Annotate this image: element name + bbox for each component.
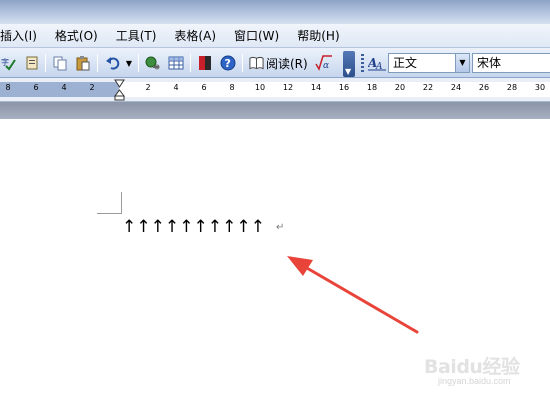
up-arrow-symbol: ↑ [222,217,237,237]
menu-insert[interactable]: 插入(I) [0,26,46,46]
toolbar-grip[interactable] [361,54,364,72]
up-arrow-symbol: ↑ [250,217,265,237]
ruler-label: 6 [33,83,39,92]
style-combobox[interactable]: 正文 ▼ [388,53,470,73]
up-arrow-symbol: ↑ [193,217,208,237]
ruler-label: 10 [254,83,266,92]
indent-marker-icon[interactable] [114,79,125,101]
watermark-logo: Baidu经验 [424,356,520,378]
document-map-icon[interactable] [195,53,215,73]
font-value: 宋体 [477,56,502,70]
open-book-icon [249,56,264,70]
ruler-label: 18 [366,83,378,92]
up-arrow-symbol: ↑ [164,217,180,237]
ruler-label: 26 [478,83,490,92]
baidu-watermark: Baidu经验 jingyan.baidu.com [424,352,524,392]
toolbar-options-button[interactable]: ▼ [343,51,355,77]
menu-table[interactable]: 表格(A) [165,26,225,46]
ruler-label: 30 [534,83,546,92]
undo-dropdown-icon[interactable]: ▼ [124,53,134,73]
horizontal-ruler[interactable]: 8 6 4 2 2 4 6 8 10 12 14 16 18 20 22 24 … [0,78,550,102]
toolbar-separator [190,54,191,72]
reading-layout-label: 阅读(R) [266,56,308,71]
ruler-label: 2 [145,83,151,92]
up-arrow-symbol: ↑ [179,217,194,237]
paragraph-mark: ↵ [276,222,285,233]
ruler-label: 4 [173,83,179,92]
svg-text:?: ? [225,57,231,70]
reading-layout-button[interactable]: 阅读(R) [249,53,311,73]
paste-icon[interactable] [73,53,93,73]
up-arrow-symbol: ↑ [207,217,223,237]
ruler-label: 16 [338,83,350,92]
up-arrow-symbol: ↑ [236,217,251,237]
watermark-url: jingyan.baidu.com [438,376,511,386]
menu-tools[interactable]: 工具(T) [107,26,166,46]
toolbar-separator [242,54,243,72]
help-icon[interactable]: ? [218,53,238,73]
document-text-line[interactable]: ↑ ↑ ↑ ↑ ↑ ↑ ↑ ↑ ↑ ↑ [122,217,265,237]
up-arrow-symbol: ↑ [136,217,151,237]
copy-icon[interactable] [50,53,70,73]
ruler-label: 8 [5,83,11,92]
margin-corner-mark [97,213,122,214]
ruler-label: 12 [282,83,294,92]
ruler-label: 14 [310,83,322,92]
margin-corner-mark [121,192,122,214]
menu-bar: 插入(I) 格式(O) 工具(T) 表格(A) 窗口(W) 帮助(H) [0,24,550,48]
style-value: 正文 [393,56,418,70]
ruler-label: 4 [61,83,67,92]
title-bar [0,0,550,24]
ruler-label: 24 [450,83,462,92]
ruler-label: 2 [89,83,95,92]
ruler-label: 22 [422,83,434,92]
svg-text:字: 字 [1,57,9,67]
font-combobox[interactable]: 宋体 [472,53,550,73]
hyperlink-icon[interactable] [143,53,163,73]
svg-text:α: α [323,61,329,71]
research-icon[interactable] [22,53,42,73]
style-dropdown-icon[interactable]: ▼ [455,54,469,72]
menu-format[interactable]: 格式(O) [46,26,107,46]
ruler-shadow-strip [0,102,550,119]
toolbar-separator [97,54,98,72]
up-arrow-symbol: ↑ [150,217,165,237]
toolbar-separator [45,54,46,72]
ruler-margin-area [0,82,119,97]
ruler-label: 8 [229,83,235,92]
up-arrow-symbol: ↑ [122,217,137,237]
table-icon[interactable] [166,53,186,73]
toolbar-separator [138,54,139,72]
ruler-label: 28 [506,83,518,92]
ruler-label: 6 [201,83,207,92]
equation-icon[interactable]: α [313,53,335,73]
styles-formatting-icon[interactable]: AA [367,53,387,73]
ruler-label: 20 [394,83,406,92]
spellcheck-icon[interactable]: 字 [0,53,18,73]
menu-window[interactable]: 窗口(W) [225,26,288,46]
undo-icon[interactable] [102,53,124,73]
menu-help[interactable]: 帮助(H) [288,26,348,46]
